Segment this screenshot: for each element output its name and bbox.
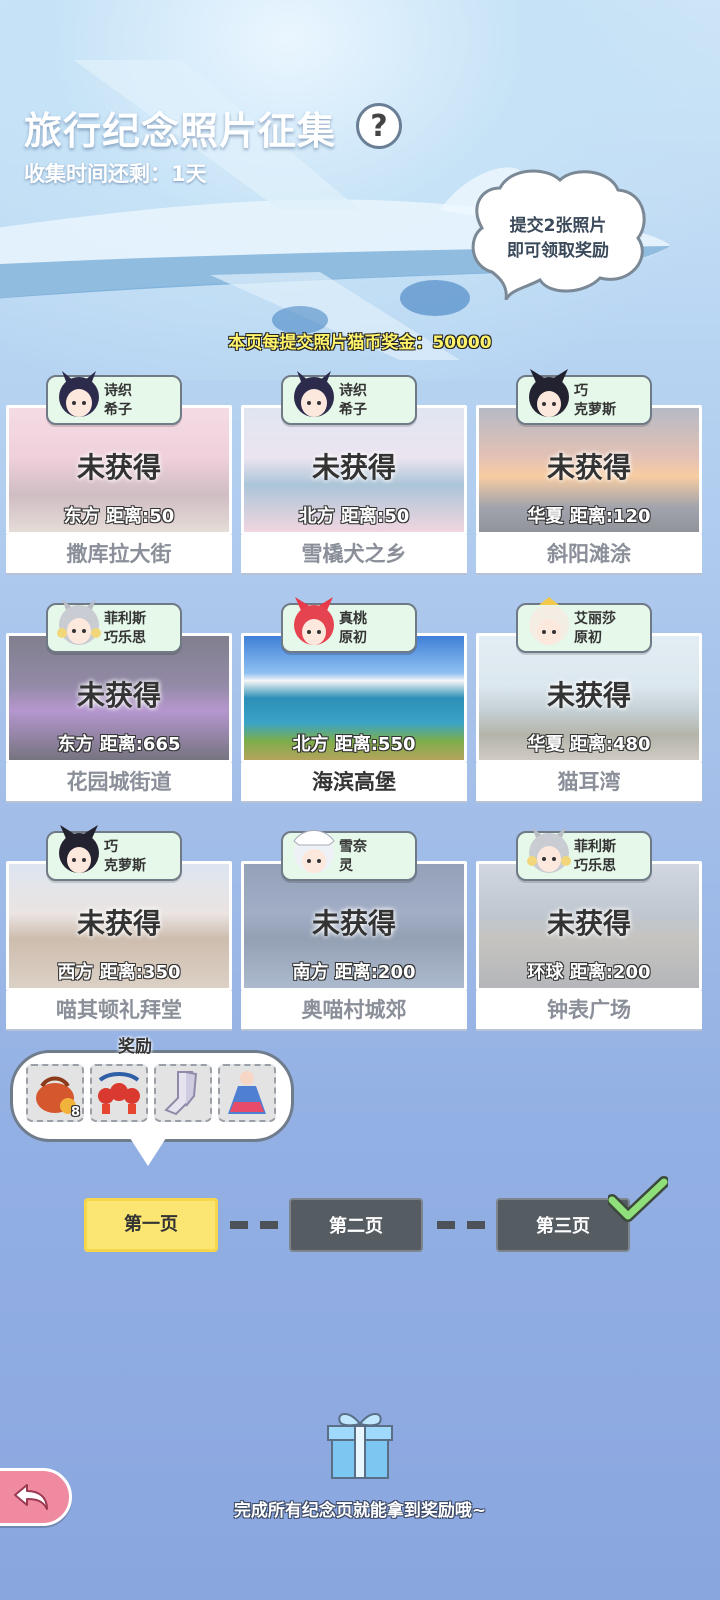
- npc-tag: 真桃 原初: [281, 597, 417, 653]
- npc-name-line2: 灵: [339, 858, 353, 874]
- npc-name-line2: 巧乐思: [104, 630, 146, 646]
- distance-text: 华夏 距离:120: [527, 506, 651, 527]
- back-button[interactable]: [0, 1468, 72, 1526]
- bonus-text: 本页每提交照片猫币奖金：50000: [228, 333, 492, 353]
- reward-title: 奖励: [118, 1037, 152, 1057]
- npc-tag: 菲利斯 巧乐思: [46, 599, 182, 653]
- avatar: [529, 369, 569, 417]
- bubble-line-2: 即可领取奖励: [507, 241, 609, 261]
- dress-icon: [228, 1071, 266, 1114]
- reward-item[interactable]: [90, 1064, 148, 1122]
- status-text: 未获得: [76, 679, 161, 712]
- status-text: 未获得: [546, 679, 631, 712]
- distance-text: 北方 距离:550: [292, 734, 416, 755]
- photo-card[interactable]: 未获得 南方 距离:200 奥喵村城郊 雪奈 灵: [241, 830, 467, 1041]
- reward-panel-tail: [130, 1138, 166, 1166]
- page-title: 旅行纪念照片征集: [24, 109, 337, 153]
- npc-name-line1: 巧: [574, 383, 588, 399]
- distance-text: 环球 距离:200: [527, 962, 651, 983]
- reward-item[interactable]: [154, 1064, 212, 1122]
- npc-name-line2: 克萝斯: [574, 402, 616, 418]
- photo-card[interactable]: 未获得 环球 距离:200 钟表广场 菲利斯 巧乐思: [476, 827, 702, 1041]
- place-name: 斜阳滩涂: [476, 535, 702, 573]
- distance-text: 东方 距离:50: [63, 506, 175, 527]
- status-text: 未获得: [546, 907, 631, 940]
- lantern-icon: [98, 1072, 140, 1114]
- checkmark-icon: [608, 1176, 668, 1222]
- photo-card[interactable]: 未获得 北方 距离:50 雪橇犬之乡 诗织 希子: [241, 371, 467, 585]
- time-remaining: 收集时间还剩：1天: [24, 162, 207, 186]
- photo-card[interactable]: 未获得 东方 距离:50 撒库拉大街 诗织 希子: [6, 371, 232, 585]
- page-tab-2[interactable]: 第二页: [289, 1198, 423, 1252]
- status-text: 未获得: [76, 907, 161, 940]
- avatar: [529, 597, 569, 645]
- npc-name-line2: 巧乐思: [574, 858, 616, 874]
- npc-name-line2: 希子: [104, 402, 132, 418]
- avatar: [294, 597, 334, 645]
- npc-tag: 诗织 希子: [46, 371, 182, 425]
- place-name: 奥喵村城郊: [241, 991, 467, 1029]
- npc-name-line1: 诗织: [339, 383, 367, 399]
- npc-tag: 诗织 希子: [281, 371, 417, 425]
- npc-tag: 艾丽莎 原初: [516, 597, 652, 653]
- distance-text: 华夏 距离:480: [527, 734, 651, 755]
- avatar: [294, 371, 334, 417]
- avatar: [527, 827, 571, 873]
- npc-name-line2: 希子: [339, 402, 367, 418]
- place-name: 喵其顿礼拜堂: [6, 991, 232, 1029]
- npc-name-line2: 原初: [574, 630, 602, 646]
- reward-item[interactable]: 8: [26, 1064, 84, 1122]
- distance-text: 北方 距离:50: [298, 506, 410, 527]
- npc-name-line1: 巧: [104, 839, 118, 855]
- gift-icon[interactable]: [322, 1406, 398, 1482]
- question-icon: ?: [370, 108, 388, 144]
- photo-card[interactable]: 未获得 华夏 距离:120 斜阳滩涂 巧 克萝斯: [476, 369, 702, 585]
- npc-name-line1: 艾丽莎: [574, 611, 616, 627]
- bubble-line-1: 提交2张照片: [509, 216, 607, 236]
- item-count: 8: [70, 1105, 80, 1120]
- page-connector: [230, 1221, 278, 1229]
- distance-text: 东方 距离:665: [57, 734, 181, 755]
- npc-tag: 雪奈 灵: [281, 830, 417, 881]
- distance-text: 西方 距离:350: [57, 962, 181, 983]
- npc-name-line1: 真桃: [339, 611, 367, 627]
- npc-name-line1: 菲利斯: [574, 839, 616, 855]
- page-connector: [437, 1221, 485, 1229]
- help-button[interactable]: ?: [356, 103, 402, 149]
- place-name: 雪橇犬之乡: [241, 535, 467, 573]
- npc-name-line1: 雪奈: [339, 839, 367, 855]
- status-text: 未获得: [311, 451, 396, 484]
- photo-card[interactable]: 北方 距离:550 海滨高堡 真桃 原初: [241, 597, 467, 813]
- completion-hint: 完成所有纪念页就能拿到奖励哦~: [233, 1501, 487, 1521]
- place-name: 花园城街道: [6, 763, 232, 801]
- reward-item[interactable]: [218, 1064, 276, 1122]
- place-name: 钟表广场: [476, 991, 702, 1029]
- avatar: [293, 830, 335, 873]
- place-name: 海滨高堡: [241, 763, 467, 801]
- bubble-text: 提交2张照片 即可领取奖励: [478, 214, 638, 264]
- avatar: [57, 599, 101, 645]
- photo-card[interactable]: 未获得 华夏 距离:480 猫耳湾 艾丽莎 原初: [476, 597, 702, 813]
- npc-name-line1: 诗织: [104, 383, 132, 399]
- status-text: 未获得: [76, 451, 161, 484]
- page-tab-1[interactable]: 第一页: [84, 1198, 218, 1252]
- npc-name-line2: 原初: [339, 630, 367, 646]
- avatar: [59, 825, 99, 873]
- avatar: [59, 371, 99, 417]
- photo-card[interactable]: 未获得 东方 距离:665 花园城街道 菲利斯 巧乐思: [6, 599, 232, 813]
- npc-name-line2: 克萝斯: [104, 858, 146, 874]
- npc-name-line1: 菲利斯: [104, 611, 146, 627]
- place-name: 猫耳湾: [476, 763, 702, 801]
- npc-tag: 巧 克萝斯: [46, 825, 182, 881]
- photo-card[interactable]: 未获得 西方 距离:350 喵其顿礼拜堂 巧 克萝斯: [6, 825, 232, 1041]
- place-name: 撒库拉大街: [6, 535, 232, 573]
- stocking-icon: [164, 1071, 198, 1116]
- distance-text: 南方 距离:200: [292, 962, 416, 983]
- npc-tag: 菲利斯 巧乐思: [516, 827, 652, 881]
- npc-tag: 巧 克萝斯: [516, 369, 652, 425]
- status-text: 未获得: [311, 907, 396, 940]
- back-arrow-icon: [14, 1484, 48, 1510]
- status-text: 未获得: [546, 451, 631, 484]
